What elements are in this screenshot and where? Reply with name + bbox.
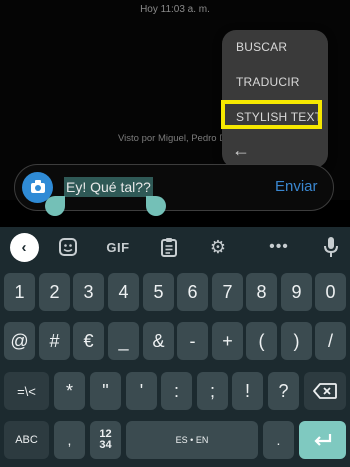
mic-icon[interactable]: [319, 227, 343, 267]
key-euro[interactable]: €: [73, 322, 104, 360]
gear-icon[interactable]: ⚙: [205, 227, 231, 267]
key-colon[interactable]: :: [161, 372, 192, 410]
key-ampersand[interactable]: &: [143, 322, 174, 360]
backspace-button[interactable]: [304, 372, 346, 410]
space-bar[interactable]: ES • EN: [126, 421, 258, 459]
key-1[interactable]: 1: [4, 273, 35, 311]
key-7[interactable]: 7: [212, 273, 243, 311]
key-5[interactable]: 5: [143, 273, 174, 311]
key-close-paren[interactable]: ): [281, 322, 312, 360]
key-question[interactable]: ?: [268, 372, 299, 410]
back-arrow-icon[interactable]: ←: [232, 140, 250, 161]
key-slash[interactable]: /: [315, 322, 346, 360]
key-3[interactable]: 3: [73, 273, 104, 311]
key-exclamation[interactable]: !: [232, 372, 263, 410]
clipboard-icon[interactable]: [156, 227, 182, 267]
key-2[interactable]: 2: [39, 273, 70, 311]
selection-handle-left[interactable]: [45, 196, 65, 216]
more-icon[interactable]: •••: [264, 227, 294, 267]
key-at[interactable]: @: [4, 322, 35, 360]
selection-handle-right[interactable]: [146, 196, 166, 216]
sticker-icon[interactable]: [55, 227, 81, 267]
key-8[interactable]: 8: [246, 273, 277, 311]
gif-button[interactable]: GIF: [102, 227, 134, 267]
key-hash[interactable]: #: [39, 322, 70, 360]
camera-icon: [30, 179, 45, 193]
key-4[interactable]: 4: [108, 273, 139, 311]
send-button[interactable]: Enviar: [275, 178, 318, 195]
key-9[interactable]: 9: [281, 273, 312, 311]
key-semicolon[interactable]: ;: [197, 372, 228, 410]
key-period[interactable]: .: [263, 421, 294, 459]
text-selection-menu: BUSCAR TRADUCIR STYLISH TEXT ←: [222, 30, 328, 168]
chevron-left-icon: ‹: [9, 232, 39, 262]
key-abc[interactable]: ABC: [4, 421, 49, 459]
key-6[interactable]: 6: [177, 273, 208, 311]
enter-icon: [313, 434, 331, 446]
key-underscore[interactable]: _: [108, 322, 139, 360]
backspace-icon: [313, 383, 337, 399]
menu-item-buscar[interactable]: BUSCAR: [236, 40, 287, 54]
highlight-box: [221, 100, 322, 129]
key-double-quote[interactable]: ": [90, 372, 121, 410]
key-plus[interactable]: +: [212, 322, 243, 360]
key-comma[interactable]: ,: [54, 421, 85, 459]
key-numpad[interactable]: 12 34: [90, 421, 121, 459]
numpad-label-bottom: 34: [99, 439, 112, 451]
key-single-quote[interactable]: ': [126, 372, 157, 410]
enter-button[interactable]: [299, 421, 346, 459]
key-asterisk[interactable]: *: [54, 372, 85, 410]
key-open-paren[interactable]: (: [246, 322, 277, 360]
key-0[interactable]: 0: [315, 273, 346, 311]
selected-message-text[interactable]: Ey! Qué tal??: [64, 177, 153, 197]
keyboard-back-button[interactable]: ‹: [9, 227, 39, 267]
message-timestamp: Hoy 11:03 a. m.: [140, 4, 210, 15]
menu-item-traducir[interactable]: TRADUCIR: [236, 75, 300, 89]
key-minus[interactable]: -: [177, 322, 208, 360]
key-more-symbols[interactable]: =\<: [4, 372, 49, 410]
